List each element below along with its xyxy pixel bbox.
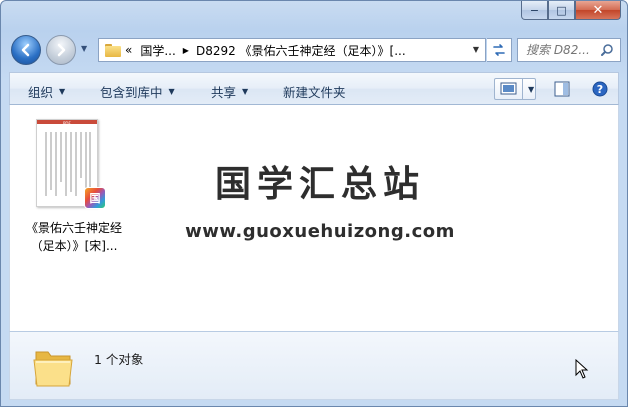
search-icon[interactable] (600, 43, 614, 57)
address-bar[interactable]: « 国学... ▶ D8292 《景佑六壬神定经（足本）》[... ▼ (98, 38, 486, 62)
back-button[interactable] (11, 35, 41, 65)
explorer-window: − □ ✕ ▼ « 国学... ▶ D8292 《景佑六壬神定经（足本）》[..… (0, 0, 628, 407)
breadcrumb-overflow[interactable]: « (125, 43, 132, 57)
organize-button[interactable]: 组织 ▼ (28, 82, 65, 101)
caption-buttons: − □ ✕ (521, 1, 621, 21)
watermark-title: 国学汇总站 (214, 164, 425, 205)
watermark-url: www.guoxuehuizong.com (185, 221, 455, 242)
forward-button[interactable] (46, 35, 76, 65)
include-in-library-button[interactable]: 包含到库中 ▼ (100, 82, 175, 101)
watermark: 国学汇总站 www.guoxuehuizong.com (180, 163, 460, 242)
chevron-down-icon: ▼ (242, 87, 249, 96)
minimize-button[interactable]: − (521, 1, 548, 20)
organize-label: 组织 (28, 85, 54, 100)
file-name[interactable]: 《景佑六壬神定经 （足本）》[宋]... (14, 219, 134, 255)
app-badge-icon: 国 (84, 187, 106, 209)
arrow-left-icon (21, 43, 30, 57)
breadcrumb-item-guoxue[interactable]: 国学... (140, 42, 175, 59)
file-list-pane[interactable]: PDF 国 《景佑六壬神定经 （足本）》[宋]... 国学汇总站 www.guo… (9, 105, 619, 331)
file-name-line1: 《景佑六壬神定经 (25, 221, 122, 235)
details-pane: 1 个对象 (9, 331, 619, 400)
search-input[interactable] (526, 43, 606, 57)
close-button[interactable]: ✕ (575, 1, 621, 20)
svg-text:?: ? (597, 83, 603, 96)
address-dropdown-icon[interactable]: ▼ (473, 45, 479, 54)
command-bar: 组织 ▼ 包含到库中 ▼ 共享 ▼ 新建文件夹 ▼ ? (9, 72, 619, 105)
item-count: 1 个对象 (94, 352, 144, 367)
navigation-bar: ▼ « 国学... ▶ D8292 《景佑六壬神定经（足本）》[... ▼ (1, 32, 627, 68)
share-button[interactable]: 共享 ▼ (211, 82, 248, 101)
chevron-down-icon: ▼ (59, 87, 66, 96)
search-box[interactable] (517, 38, 621, 62)
chevron-right-icon[interactable]: ▶ (183, 46, 189, 55)
arrow-right-icon (57, 43, 66, 57)
refresh-icon (493, 44, 505, 56)
chevron-down-icon: ▼ (168, 87, 175, 96)
refresh-button[interactable] (487, 38, 512, 62)
divider (522, 79, 523, 99)
folder-icon (33, 351, 73, 387)
preview-pane-icon[interactable] (554, 81, 570, 97)
mouse-cursor-icon (575, 359, 589, 379)
help-icon[interactable]: ? (592, 81, 608, 97)
pdf-tag: PDF (63, 121, 71, 126)
new-folder-label: 新建文件夹 (283, 85, 346, 100)
folder-icon (105, 43, 121, 57)
breadcrumb: « 国学... ▶ D8292 《景佑六壬神定经（足本）》[... (125, 42, 406, 59)
change-view-button[interactable]: ▼ (494, 78, 536, 100)
file-name-line2: （足本）》[宋]... (30, 239, 118, 253)
include-in-library-label: 包含到库中 (100, 85, 163, 100)
recent-pages-dropdown[interactable]: ▼ (81, 44, 87, 53)
share-label: 共享 (211, 85, 237, 100)
maximize-button[interactable]: □ (548, 1, 575, 20)
new-folder-button[interactable]: 新建文件夹 (283, 82, 346, 101)
view-icon (500, 82, 517, 95)
view-dropdown-icon[interactable]: ▼ (528, 85, 534, 94)
breadcrumb-item-current[interactable]: D8292 《景佑六壬神定经（足本）》[... (196, 42, 406, 59)
